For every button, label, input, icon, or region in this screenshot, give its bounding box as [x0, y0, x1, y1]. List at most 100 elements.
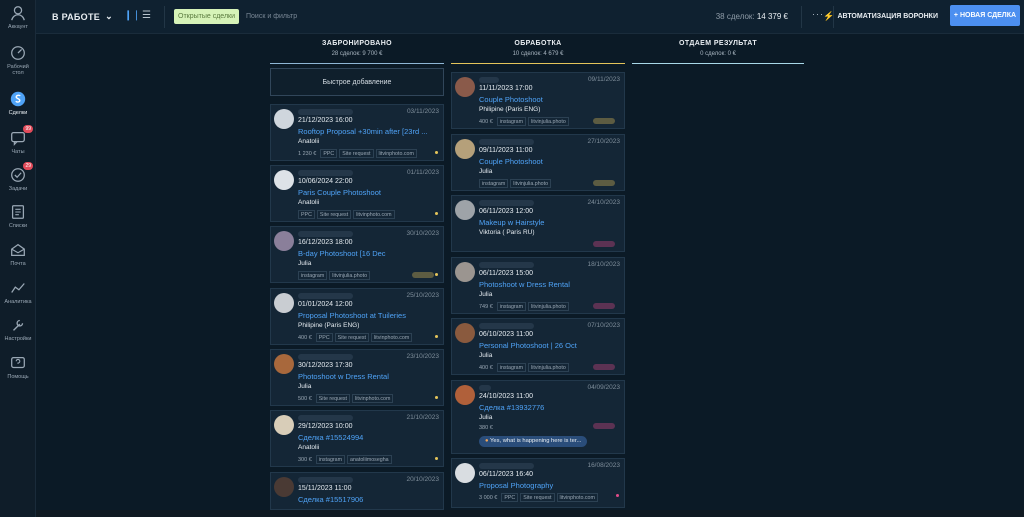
search-input[interactable]	[246, 9, 496, 24]
tag[interactable]: PPC	[315, 333, 333, 342]
card-date: 23/10/2023	[406, 353, 439, 360]
deal-card[interactable]: 20/10/2023 15/11/2023 11:00 Сделка #1551…	[270, 472, 444, 510]
card-datetime: 01/01/2024 12:00	[298, 301, 353, 308]
card-title[interactable]: Paris Couple Photoshoot	[298, 188, 440, 197]
tag[interactable]: Site request	[520, 493, 555, 502]
last-message-bubble[interactable]: ● Yes, what is happening here is ter...	[479, 436, 588, 447]
deal-card[interactable]: 09/11/2023 11/11/2023 17:00 Couple Photo…	[451, 72, 625, 129]
new-deal-button[interactable]: + НОВАЯ СДЕЛКА	[950, 5, 1020, 26]
card-title[interactable]: Rooftop Proposal +30min after [23rd ...	[298, 127, 440, 136]
avatar	[455, 385, 475, 405]
sidebar-item-help[interactable]: Помощь	[0, 354, 36, 380]
tag[interactable]: litvinphoto.com	[352, 394, 394, 403]
card-title[interactable]: Сделка #15517906	[298, 495, 440, 504]
tag[interactable]: instagram	[496, 302, 527, 311]
tag[interactable]: litvinjulia.photo	[528, 302, 569, 311]
card-title[interactable]: Сделка #13932776	[479, 403, 621, 412]
tag[interactable]: litvinjulia.photo	[528, 363, 569, 372]
pipeline-view-icon[interactable]: ❙❘	[124, 10, 141, 21]
card-title[interactable]: Photoshoot w Dress Rental	[298, 372, 440, 381]
card-title[interactable]: Makeup w Hairstyle	[479, 218, 621, 227]
contact-name-blurred	[298, 293, 353, 299]
sidebar-item-tasks[interactable]: 29 Задачи	[0, 162, 36, 192]
tag[interactable]: instagram	[479, 179, 509, 188]
tag[interactable]: PPC	[320, 149, 338, 158]
deal-card[interactable]: 18/10/2023 06/11/2023 15:00 Photoshoot w…	[451, 257, 625, 314]
tag[interactable]: litvinphoto.com	[375, 149, 417, 158]
sidebar-item-mail[interactable]: Почта	[0, 241, 36, 267]
deal-card[interactable]: 23/10/2023 30/12/2023 17:30 Photoshoot w…	[270, 349, 444, 406]
tag[interactable]: Site request	[316, 210, 352, 219]
mail-icon	[9, 241, 27, 259]
column-summary: 28 сделок: 9 700 €	[331, 51, 383, 57]
sidebar-item-dashboard[interactable]: Рабочий стол	[0, 44, 36, 76]
settings-icon	[9, 316, 27, 334]
tag[interactable]: PPC	[501, 493, 519, 502]
lists-icon	[9, 203, 27, 221]
status-dot	[435, 335, 438, 338]
deal-card[interactable]: 24/10/2023 06/11/2023 12:00 Makeup w Hai…	[451, 195, 625, 252]
card-responsible: Julia	[479, 414, 493, 421]
tag[interactable]: instagram	[315, 455, 346, 464]
deal-card[interactable]: 04/09/2023 24/10/2023 11:00 Сделка #1393…	[451, 380, 625, 454]
tag[interactable]: Site request	[315, 394, 351, 403]
tag[interactable]: instagram	[496, 363, 527, 372]
deal-card[interactable]: 07/10/2023 06/10/2023 11:00 Personal Pho…	[451, 318, 625, 375]
tag[interactable]: instagram	[298, 271, 328, 280]
sidebar-item-settings[interactable]: Настройки	[0, 316, 36, 342]
deal-card[interactable]: 01/11/2023 10/06/2024 22:00 Paris Couple…	[270, 165, 444, 222]
card-title[interactable]: Proposal Photoshoot at Tuileries	[298, 311, 440, 320]
card-responsible: Philipine (Paris ENG)	[479, 106, 541, 113]
tag[interactable]: litvinjulia.photo	[510, 179, 552, 188]
tag[interactable]: litvinjulia.photo	[329, 271, 371, 280]
tag[interactable]: instagram	[496, 117, 527, 126]
deal-card[interactable]: 27/10/2023 09/11/2023 11:00 Couple Photo…	[451, 134, 625, 191]
tag[interactable]: litvinphoto.com	[370, 333, 413, 342]
list-view-icon[interactable]: ☰	[142, 10, 151, 21]
automation-button[interactable]: ⚡ АВТОМАТИЗАЦИЯ ВОРОНКИ	[819, 8, 942, 25]
sidebar-item-chats[interactable]: 99 Чаты	[0, 125, 36, 155]
card-title[interactable]: Couple Photoshoot	[479, 95, 621, 104]
card-title[interactable]: Сделка #15524994	[298, 433, 440, 442]
card-price: 1 230 €	[298, 150, 317, 157]
avatar	[274, 477, 294, 497]
deal-card[interactable]: 30/10/2023 16/12/2023 18:00 B-day Photos…	[270, 226, 444, 283]
deal-card[interactable]: 03/11/2023 21/12/2023 16:00 Rooftop Prop…	[270, 104, 444, 161]
card-tags: PPC Site request litvinphoto.com	[298, 210, 395, 219]
card-tags: 500 € Site request litvinphoto.com	[298, 394, 394, 403]
tag[interactable]: Site request	[334, 333, 369, 342]
status-dot	[435, 212, 438, 215]
card-responsible: Viktoria ( Paris RU)	[479, 229, 535, 236]
quick-add-button[interactable]: Быстрое добавление	[270, 68, 444, 96]
contact-name-blurred	[298, 477, 353, 483]
contact-name-blurred	[479, 139, 534, 145]
tag[interactable]: Site request	[339, 149, 374, 158]
sidebar-item-account[interactable]: Аккаунт	[0, 4, 36, 30]
deal-card[interactable]: 21/10/2023 29/12/2023 10:00 Сделка #1552…	[270, 410, 444, 467]
card-title[interactable]: Proposal Photography	[479, 481, 621, 490]
sidebar-item-lists[interactable]: Списки	[0, 203, 36, 229]
contact-name-blurred	[479, 385, 491, 391]
sidebar-item-deals[interactable]: Сделки	[0, 90, 36, 116]
card-title[interactable]: B-day Photoshoot [16 Dec	[298, 249, 440, 258]
tag[interactable]: litvinjulia.photo	[528, 117, 569, 126]
avatar	[274, 231, 294, 251]
tag[interactable]: PPC	[298, 210, 315, 219]
tag[interactable]: litvinphoto.com	[353, 210, 395, 219]
card-date: 07/10/2023	[587, 322, 620, 329]
card-date: 09/11/2023	[587, 76, 620, 83]
card-price: 300 €	[298, 456, 312, 463]
deal-card[interactable]: 16/08/2023 06/11/2023 16:40 Proposal Pho…	[451, 458, 625, 508]
deal-card[interactable]: 25/10/2023 01/01/2024 12:00 Proposal Pho…	[270, 288, 444, 345]
sidebar-item-analytics[interactable]: Аналитика	[0, 279, 36, 305]
sidebar: Аккаунт Рабочий стол Сделки 99 Чаты 29 З…	[0, 0, 36, 517]
tag[interactable]: litvinphoto.com	[556, 493, 598, 502]
pipeline-selector[interactable]: В РАБОТЕ ⌄	[52, 11, 113, 22]
card-title[interactable]: Personal Photoshoot | 26 Oct	[479, 341, 621, 350]
filter-chip-open-deals[interactable]: Открытые сделки	[174, 9, 240, 24]
automation-label: АВТОМАТИЗАЦИЯ ВОРОНКИ	[837, 13, 938, 20]
tag[interactable]: anatoliimosegha	[347, 455, 392, 464]
contact-name-blurred	[479, 463, 534, 469]
card-title[interactable]: Photoshoot w Dress Rental	[479, 280, 621, 289]
card-title[interactable]: Couple Photoshoot	[479, 157, 621, 166]
